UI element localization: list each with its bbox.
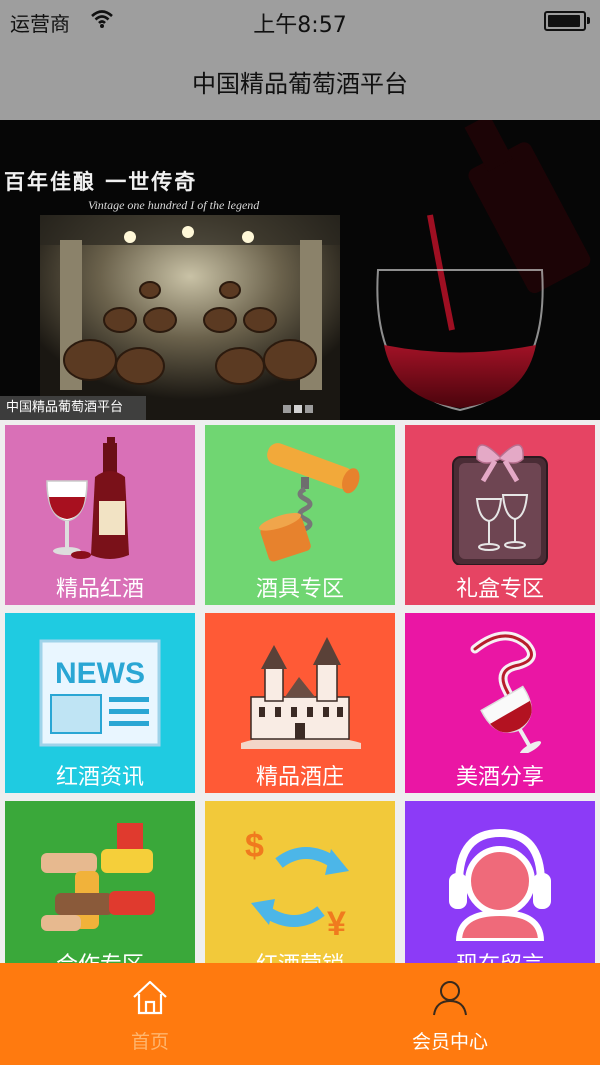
status-bar: 运营商 上午8:57 <box>0 0 600 40</box>
user-icon <box>433 981 467 1016</box>
tab-member-center[interactable]: 会员中心 <box>300 963 600 1065</box>
status-time: 上午8:57 <box>253 13 347 38</box>
hands-cooperation-icon <box>41 823 155 931</box>
tile-fine-chateau[interactable]: 精品酒庄 <box>205 613 395 793</box>
carousel-dot[interactable] <box>283 405 291 413</box>
currency-exchange-icon: $ ¥ <box>245 827 349 941</box>
gift-box-icon <box>452 444 548 565</box>
tile-label: 美酒分享 <box>455 765 544 790</box>
svg-text:$: $ <box>245 827 264 865</box>
battery-icon <box>544 11 590 31</box>
battery-level <box>548 15 580 27</box>
tile-wine-marketing[interactable]: $ ¥ 红酒营销 <box>205 801 395 963</box>
tile-label: 酒具专区 <box>255 577 344 602</box>
banner-carousel[interactable]: 百年佳酿 一世传奇 Vintage one hundred I of the l… <box>0 120 600 420</box>
wine-bottle-glass-icon <box>46 437 129 559</box>
tile-label: 精品酒庄 <box>255 765 344 790</box>
bottom-tab-bar: 首页 会员中心 <box>0 963 600 1065</box>
chateau-icon <box>241 637 361 749</box>
tile-label: 红酒营销 <box>205 947 395 963</box>
category-grid: 精品红酒 酒具专区 礼盒专区 NEWS 红酒资讯 精品酒庄 美酒分享 $ ¥ <box>0 420 600 963</box>
tile-label: 精品红酒 <box>55 577 144 602</box>
tile-label: 礼盒专区 <box>455 577 544 602</box>
carousel-indicator[interactable] <box>283 398 316 417</box>
banner-slogan: 百年佳酿 一世传奇 <box>4 169 198 194</box>
wine-pour-icon <box>470 631 542 753</box>
banner-image <box>0 120 600 420</box>
tile-label: 合作专区 <box>5 947 195 963</box>
tab-label: 首页 <box>130 1031 169 1053</box>
tile-fine-red-wine[interactable]: 精品红酒 <box>5 425 195 605</box>
corkscrew-icon <box>259 443 360 562</box>
tile-gift-box[interactable]: 礼盒专区 <box>405 425 595 605</box>
tab-label: 会员中心 <box>411 1031 488 1053</box>
navigation-bar: 中国精品葡萄酒平台 <box>0 40 600 120</box>
tile-label: 红酒资讯 <box>55 765 144 790</box>
svg-text:NEWS: NEWS <box>55 657 145 690</box>
tile-wine-tools[interactable]: 酒具专区 <box>205 425 395 605</box>
news-icon: NEWS <box>39 639 161 747</box>
home-icon <box>133 980 167 1015</box>
tab-home[interactable]: 首页 <box>0 963 300 1065</box>
tile-wine-share[interactable]: 美酒分享 <box>405 613 595 793</box>
tile-cooperation[interactable]: 合作专区 <box>5 801 195 963</box>
tile-label: 现在留言 <box>405 947 595 963</box>
tile-leave-message[interactable]: 现在留言 <box>405 801 595 963</box>
banner-subslogan: Vintage one hundred I of the legend <box>88 198 260 212</box>
carousel-dot[interactable] <box>305 405 313 413</box>
svg-text:¥: ¥ <box>327 905 346 941</box>
carousel-dot[interactable] <box>294 405 302 413</box>
page-title: 中国精品葡萄酒平台 <box>192 70 408 98</box>
banner-caption: 中国精品葡萄酒平台 <box>0 396 146 420</box>
headset-support-icon <box>449 828 551 941</box>
tile-wine-news[interactable]: NEWS 红酒资讯 <box>5 613 195 793</box>
